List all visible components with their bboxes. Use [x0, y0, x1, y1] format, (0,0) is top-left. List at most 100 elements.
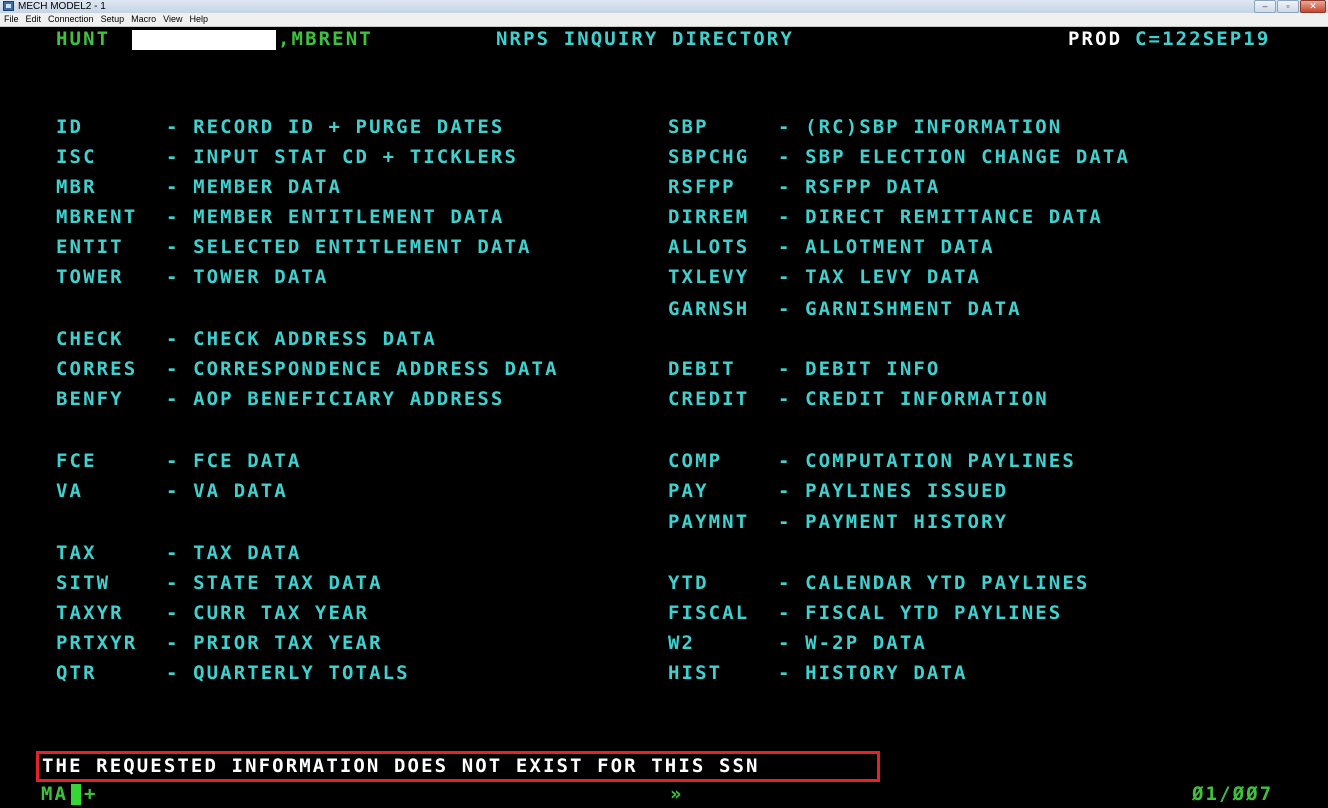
- option-desc: - QUARTERLY TOTALS: [166, 662, 410, 684]
- menu-setup[interactable]: Setup: [97, 13, 128, 26]
- option-code: FISCAL: [668, 602, 750, 624]
- option-desc: - CURR TAX YEAR: [166, 602, 370, 624]
- directory-item[interactable]: QTR - QUARTERLY TOTALS: [56, 661, 410, 685]
- option-desc: - PRIOR TAX YEAR: [166, 632, 383, 654]
- directory-item[interactable]: ALLOTS - ALLOTMENT DATA: [668, 235, 995, 259]
- directory-item[interactable]: TXLEVY - TAX LEVY DATA: [668, 265, 981, 289]
- directory-item[interactable]: SBPCHG - SBP ELECTION CHANGE DATA: [668, 145, 1130, 169]
- option-code: PRTXYR: [56, 632, 138, 654]
- cursor-block: [71, 784, 81, 805]
- option-code: RSFPP: [668, 176, 736, 198]
- directory-item[interactable]: CREDIT - CREDIT INFORMATION: [668, 387, 1049, 411]
- option-code: VA: [56, 480, 84, 502]
- directory-item[interactable]: PRTXYR - PRIOR TAX YEAR: [56, 631, 383, 655]
- option-desc: - FCE DATA: [166, 450, 302, 472]
- directory-item[interactable]: MBR - MEMBER DATA: [56, 175, 342, 199]
- directory-item[interactable]: FISCAL - FISCAL YTD PAYLINES: [668, 601, 1062, 625]
- directory-item[interactable]: MBRENT - MEMBER ENTITLEMENT DATA: [56, 205, 504, 229]
- option-code: GARNSH: [668, 298, 750, 320]
- message-highlight-box: [36, 751, 880, 782]
- option-code: DEBIT: [668, 358, 736, 380]
- option-code: SBP: [668, 116, 709, 138]
- option-desc: - SBP ELECTION CHANGE DATA: [778, 146, 1131, 168]
- option-code: COMP: [668, 450, 723, 472]
- option-desc: - PAYMENT HISTORY: [778, 511, 1009, 533]
- option-desc: - MEMBER DATA: [166, 176, 343, 198]
- option-desc: - PAYLINES ISSUED: [778, 480, 1009, 502]
- option-code: SBPCHG: [668, 146, 750, 168]
- menu-help[interactable]: Help: [185, 13, 211, 26]
- page-title: NRPS INQUIRY DIRECTORY: [496, 28, 794, 50]
- header-env: PROD: [1068, 28, 1123, 50]
- menu-macro[interactable]: Macro: [127, 13, 159, 26]
- directory-item[interactable]: YTD - CALENDAR YTD PAYLINES: [668, 571, 1089, 595]
- directory-item[interactable]: TOWER - TOWER DATA: [56, 265, 328, 289]
- option-code: YTD: [668, 572, 709, 594]
- option-desc: - TOWER DATA: [166, 266, 329, 288]
- option-code: ID: [56, 116, 84, 138]
- menu-connection[interactable]: Connection: [44, 13, 97, 26]
- minimize-icon[interactable]: –: [1254, 0, 1276, 13]
- directory-item[interactable]: HIST - HISTORY DATA: [668, 661, 968, 685]
- directory-item[interactable]: TAXYR - CURR TAX YEAR: [56, 601, 369, 625]
- option-desc: - (RC)SBP INFORMATION: [778, 116, 1063, 138]
- option-code: SITW: [56, 572, 111, 594]
- option-code: TXLEVY: [668, 266, 750, 288]
- option-desc: - AOP BENEFICIARY ADDRESS: [166, 388, 505, 410]
- directory-item[interactable]: CORRES - CORRESPONDENCE ADDRESS DATA: [56, 357, 559, 381]
- directory-item[interactable]: ID - RECORD ID + PURGE DATES: [56, 115, 504, 139]
- close-icon[interactable]: ✕: [1300, 0, 1326, 13]
- directory-item[interactable]: GARNSH - GARNISHMENT DATA: [668, 297, 1022, 321]
- menu-file[interactable]: File: [0, 13, 22, 26]
- directory-item[interactable]: DIRREM - DIRECT REMITTANCE DATA: [668, 205, 1103, 229]
- option-code: MBRENT: [56, 206, 138, 228]
- option-desc: - W-2P DATA: [778, 632, 927, 654]
- option-desc: - TAX DATA: [166, 542, 302, 564]
- header-cycle: C=122SEP19: [1135, 28, 1271, 50]
- window-controls: – ▫ ✕: [1254, 0, 1326, 13]
- option-desc: - RECORD ID + PURGE DATES: [166, 116, 505, 138]
- directory-item[interactable]: RSFPP - RSFPP DATA: [668, 175, 940, 199]
- directory-item[interactable]: PAYMNT - PAYMENT HISTORY: [668, 510, 1008, 534]
- directory-item[interactable]: COMP - COMPUTATION PAYLINES: [668, 449, 1076, 473]
- status-mode: MA: [41, 783, 69, 805]
- option-code: DIRREM: [668, 206, 750, 228]
- directory-item[interactable]: CHECK - CHECK ADDRESS DATA: [56, 327, 437, 351]
- scroll-indicator-icon: »: [670, 783, 684, 805]
- option-code: ALLOTS: [668, 236, 750, 258]
- directory-item[interactable]: DEBIT - DEBIT INFO: [668, 357, 940, 381]
- redacted-input-field[interactable]: [132, 30, 276, 50]
- option-desc: - INPUT STAT CD + TICKLERS: [166, 146, 519, 168]
- option-desc: - ALLOTMENT DATA: [778, 236, 995, 258]
- option-desc: - FISCAL YTD PAYLINES: [778, 602, 1063, 624]
- directory-item[interactable]: ISC - INPUT STAT CD + TICKLERS: [56, 145, 518, 169]
- option-code: ISC: [56, 146, 97, 168]
- option-code: QTR: [56, 662, 97, 684]
- window-titlebar[interactable]: MECH MODEL2 - 1 – ▫ ✕: [0, 0, 1328, 13]
- option-desc: - DIRECT REMITTANCE DATA: [778, 206, 1103, 228]
- cursor-position: Ø1/ØØ7: [1192, 783, 1274, 805]
- directory-item[interactable]: W2 - W-2P DATA: [668, 631, 927, 655]
- menu-view[interactable]: View: [159, 13, 185, 26]
- option-desc: - CORRESPONDENCE ADDRESS DATA: [166, 358, 559, 380]
- option-desc: - RSFPP DATA: [778, 176, 941, 198]
- maximize-icon[interactable]: ▫: [1277, 0, 1299, 13]
- menu-edit[interactable]: Edit: [22, 13, 45, 26]
- directory-item[interactable]: ENTIT - SELECTED ENTITLEMENT DATA: [56, 235, 532, 259]
- option-desc: - CALENDAR YTD PAYLINES: [778, 572, 1090, 594]
- directory-item[interactable]: SBP - (RC)SBP INFORMATION: [668, 115, 1062, 139]
- terminal-screen[interactable]: HUNT ,MBRENT NRPS INQUIRY DIRECTORY PROD…: [0, 27, 1328, 808]
- directory-item[interactable]: SITW - STATE TAX DATA: [56, 571, 383, 595]
- option-desc: - MEMBER ENTITLEMENT DATA: [166, 206, 505, 228]
- directory-item[interactable]: FCE - FCE DATA: [56, 449, 301, 473]
- directory-item[interactable]: PAY - PAYLINES ISSUED: [668, 479, 1008, 503]
- menu-bar: File Edit Connection Setup Macro View He…: [0, 13, 1328, 27]
- option-code: BENFY: [56, 388, 124, 410]
- option-desc: - CHECK ADDRESS DATA: [166, 328, 437, 350]
- option-code: FCE: [56, 450, 97, 472]
- directory-item[interactable]: TAX - TAX DATA: [56, 541, 301, 565]
- option-code: PAY: [668, 480, 709, 502]
- directory-item[interactable]: BENFY - AOP BENEFICIARY ADDRESS: [56, 387, 504, 411]
- directory-item[interactable]: VA - VA DATA: [56, 479, 288, 503]
- option-desc: - STATE TAX DATA: [166, 572, 383, 594]
